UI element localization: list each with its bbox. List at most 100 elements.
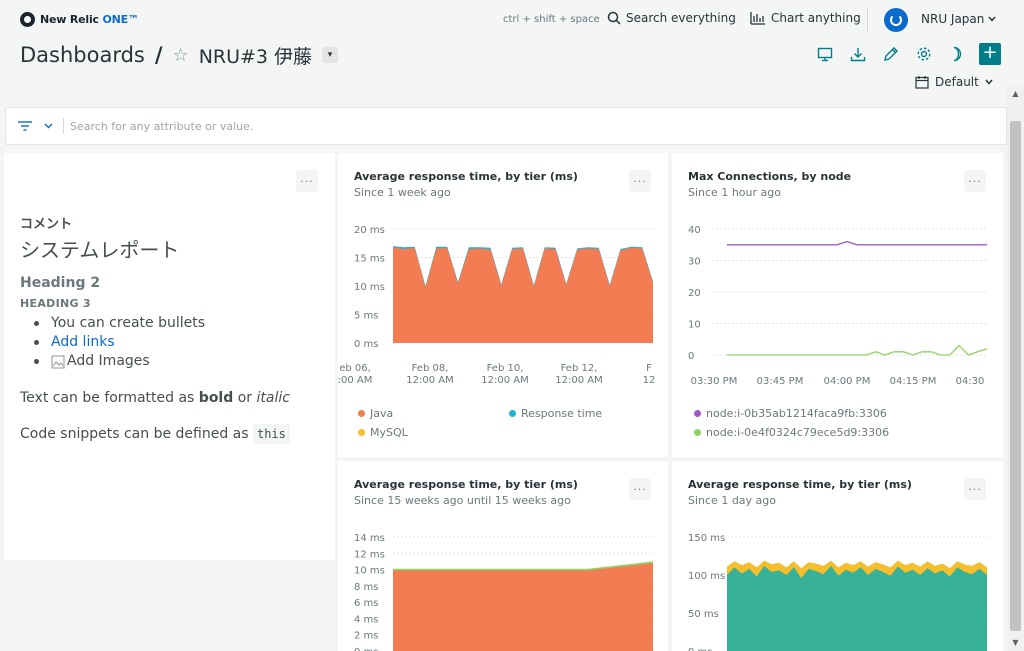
scroll-up-arrow-icon[interactable]: ▲	[1007, 85, 1024, 102]
markdown-content: コメント システムレポート Heading 2 HEADING 3 You ca…	[20, 213, 320, 444]
series-area-java	[393, 563, 653, 651]
dark-mode-button[interactable]	[946, 43, 968, 65]
x-tick-label: 04:15 PM	[890, 376, 937, 387]
chevron-down-icon	[988, 16, 996, 22]
x-tick-label: 04:30	[956, 376, 985, 387]
y-tick-label: 150 ms	[688, 533, 725, 544]
tv-mode-button[interactable]	[814, 43, 836, 65]
new-relic-logo[interactable]: New Relic ONE™	[20, 12, 139, 27]
x-tick-label: F	[646, 363, 652, 374]
edit-button[interactable]	[880, 43, 902, 65]
filter-input[interactable]: Search for any attribute or value.	[70, 120, 253, 133]
x-tick-label: 12	[643, 375, 656, 386]
markdown-heading-1: コメント	[20, 217, 73, 232]
legend-item-mysql[interactable]: MySQL	[358, 426, 408, 439]
legend-swatch	[509, 410, 516, 417]
x-tick-label: 12:00 AM	[555, 375, 602, 386]
shortcut-hint: ctrl + shift + space	[503, 14, 600, 25]
y-tick-label: 4 ms	[354, 614, 379, 625]
y-tick-label: 15 ms	[354, 254, 385, 265]
account-icon[interactable]	[884, 8, 908, 32]
add-widget-button[interactable]: +	[979, 43, 1001, 65]
filter-button[interactable]	[18, 121, 53, 131]
x-tick-label: 04:00 PM	[824, 376, 871, 387]
chart-widget-response-time-day: Average response time, by tier (ms) Sinc…	[672, 461, 1003, 651]
x-tick-label: 12:00 AM	[481, 375, 528, 386]
bold-text: bold	[198, 390, 234, 406]
legend-swatch	[694, 410, 701, 417]
x-tick-label: Feb 10,	[487, 363, 524, 374]
search-everything-button[interactable]: Search everything	[607, 11, 736, 25]
breadcrumb-separator: /	[154, 43, 163, 67]
area-chart[interactable]: 14 ms 12 ms 10 ms 8 ms 6 ms 4 ms 2 ms 0 ms	[338, 461, 668, 651]
y-tick-label: 10 ms	[354, 282, 385, 293]
markdown-heading-3: HEADING 3	[20, 297, 91, 310]
y-tick-label: 0 ms	[354, 647, 379, 651]
chart-anything-button[interactable]: Chart anything	[750, 11, 861, 25]
broken-image-icon	[51, 355, 65, 368]
calendar-icon	[915, 76, 929, 89]
series-area-teal	[727, 565, 987, 651]
x-tick-label: 03:45 PM	[757, 376, 804, 387]
filter-bar[interactable]: Search for any attribute or value.	[5, 107, 1007, 145]
y-tick-label: 30	[688, 257, 701, 268]
scroll-down-arrow-icon[interactable]: ▼	[1007, 634, 1024, 651]
y-tick-label: 0 ms	[354, 339, 379, 350]
series-line-node-2	[727, 344, 988, 356]
widget-more-button[interactable]: ···	[296, 170, 318, 192]
legend-item-java[interactable]: Java	[358, 407, 393, 420]
settings-button[interactable]	[913, 43, 935, 65]
chart-widget-response-time-15-weeks: Average response time, by tier (ms) Sinc…	[338, 461, 668, 651]
image-alt-text: Add Images	[67, 353, 150, 369]
bullet-text: You can create bullets	[51, 315, 206, 331]
legend-swatch	[694, 429, 701, 436]
legend-swatch	[358, 429, 365, 436]
page-scrollbar[interactable]: ▲ ▼	[1007, 85, 1024, 651]
y-tick-label: 100 ms	[688, 571, 725, 582]
search-icon	[607, 11, 621, 25]
series-area-java	[393, 247, 653, 343]
dashboards-link[interactable]: Dashboards	[20, 43, 145, 67]
code-snippet: this	[252, 424, 290, 444]
markdown-bullets: You can create bullets Add links Add Ima…	[34, 314, 320, 371]
chevron-down-icon	[985, 79, 993, 85]
legend-item-node-1[interactable]: node:i-0b35ab1214faca9fb:3306	[694, 407, 887, 420]
favorite-star-icon[interactable]: ☆	[173, 45, 189, 66]
x-tick-label: eb 06,	[339, 363, 371, 374]
breadcrumb: Dashboards / ☆ NRU#3 伊藤 ▾	[20, 40, 339, 70]
gear-icon	[917, 47, 931, 61]
add-links-link[interactable]: Add links	[51, 333, 115, 352]
y-tick-label: 10 ms	[354, 566, 385, 577]
y-tick-label: 12 ms	[354, 549, 385, 560]
x-tick-label: Feb 12,	[561, 363, 598, 374]
chevron-down-icon	[44, 123, 53, 129]
download-button[interactable]	[847, 43, 869, 65]
time-picker[interactable]: Default	[915, 75, 993, 89]
y-tick-label: 50 ms	[688, 609, 719, 620]
y-tick-label: 2 ms	[354, 631, 379, 642]
format-paragraph: Text can be formatted as bold or italic	[20, 390, 290, 406]
area-chart[interactable]: 150 ms 100 ms 50 ms 0 ms	[672, 461, 1003, 651]
y-tick-label: 5 ms	[354, 311, 379, 322]
legend-item-response-time[interactable]: Response time	[509, 407, 602, 420]
list-item: You can create bullets	[34, 314, 320, 333]
dashboard-menu-button[interactable]: ▾	[322, 47, 339, 63]
plus-icon: +	[982, 42, 998, 63]
y-tick-label: 0 ms	[688, 647, 713, 651]
search-everything-label: Search everything	[626, 11, 736, 25]
filter-divider	[63, 118, 64, 134]
markdown-heading-1b: システムレポート	[20, 238, 180, 262]
x-tick-label: 12:00 AM	[406, 375, 453, 386]
italic-text: italic	[256, 390, 290, 406]
area-chart[interactable]: 20 ms 15 ms 10 ms 5 ms 0 ms eb 06,:00 AM Feb 0…	[338, 153, 668, 398]
account-switcher[interactable]: NRU Japan	[921, 12, 996, 26]
y-tick-label: 6 ms	[354, 598, 379, 609]
logo-one-text: ONE™	[102, 13, 139, 26]
markdown-heading-2: Heading 2	[20, 275, 101, 291]
scrollbar-thumb[interactable]	[1010, 121, 1021, 631]
y-tick-label: 40	[688, 225, 701, 236]
line-chart[interactable]: 40 30 20 10 0 03:30 PM 03:45 PM 04:00 PM 04:15 P…	[672, 153, 1003, 398]
y-tick-label: 20	[688, 288, 701, 299]
account-name: NRU Japan	[921, 12, 985, 26]
legend-item-node-2[interactable]: node:i-0e4f0324c79ece5d9:3306	[694, 426, 889, 439]
